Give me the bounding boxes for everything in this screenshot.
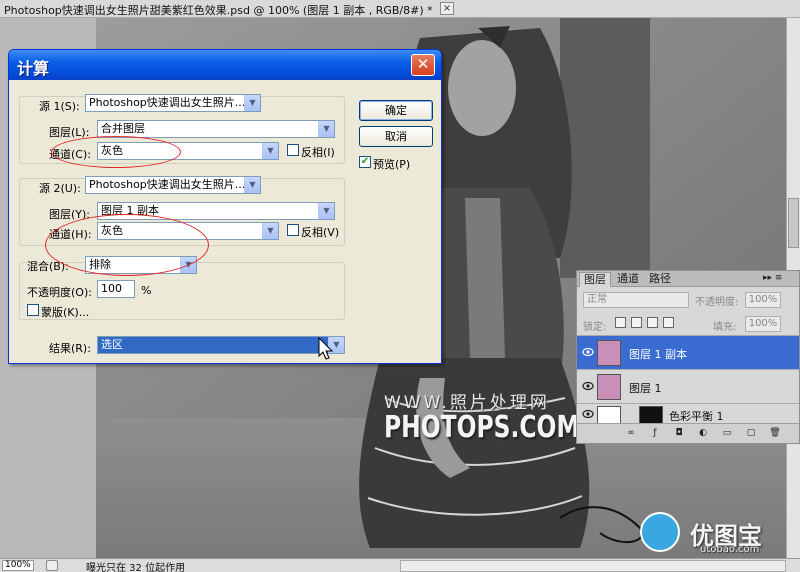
- layers-panel-toolbar: ∞ ƒ ◘ ◐ ▭ ▢ 🗑: [577, 423, 799, 443]
- source1-layer-select[interactable]: 合并图层 ▼: [97, 120, 335, 138]
- status-bar: 100% 曝光只在 32 位起作用: [0, 558, 800, 572]
- layer-thumbnail: [597, 374, 621, 400]
- opacity-unit: %: [141, 284, 152, 297]
- layer-style-icon[interactable]: ƒ: [649, 428, 661, 439]
- source1-invert-checkbox[interactable]: [287, 144, 299, 156]
- brand-url: utobao.com: [700, 544, 760, 555]
- chevron-down-icon[interactable]: ▼: [318, 121, 334, 137]
- watermark-domain: PHOTOPS.COM: [384, 410, 580, 445]
- ok-button[interactable]: 确定: [359, 100, 433, 121]
- source1-layer-value: 合并图层: [101, 122, 145, 135]
- layer-row[interactable]: 图层 1 副本: [577, 335, 799, 369]
- source1-label: 源 1(S):: [39, 100, 80, 113]
- fill-label: 填充:: [713, 322, 737, 333]
- tab-channels[interactable]: 通道: [613, 272, 643, 287]
- eye-icon[interactable]: [582, 347, 594, 357]
- chevron-down-icon[interactable]: ▼: [262, 223, 278, 239]
- source1-value: Photoshop快速调出女生照片...: [89, 96, 246, 109]
- tab-layers[interactable]: 图层: [579, 272, 611, 287]
- result-label: 结果(R):: [49, 342, 91, 355]
- layers-panel-tabs: 图层 通道 路径 ▸▸ ≡: [577, 271, 799, 287]
- dialog-title: 计算: [17, 59, 50, 78]
- source1-select[interactable]: Photoshop快速调出女生照片... ▼: [85, 94, 261, 112]
- document-close-button[interactable]: ×: [440, 2, 454, 15]
- opacity-label: 不透明度:: [695, 297, 739, 308]
- source2-select[interactable]: Photoshop快速调出女生照片... ▼: [85, 176, 261, 194]
- source2-value: Photoshop快速调出女生照片...: [89, 178, 246, 191]
- mask-label: 蒙版(K)...: [41, 306, 90, 319]
- annotation-ellipse: [51, 136, 181, 168]
- dialog-close-button[interactable]: ✕: [411, 54, 435, 76]
- opacity-input[interactable]: 100%: [745, 292, 781, 308]
- horizontal-scrollbar[interactable]: [400, 560, 786, 572]
- new-group-icon[interactable]: ▭: [721, 428, 733, 439]
- layers-panel: 图层 通道 路径 ▸▸ ≡ 正常 不透明度: 100% 锁定: 填充: 100%…: [576, 270, 800, 444]
- chevron-down-icon[interactable]: ▼: [318, 203, 334, 219]
- delete-layer-icon[interactable]: 🗑: [769, 428, 781, 439]
- link-layers-icon[interactable]: ∞: [625, 428, 637, 439]
- dialog-titlebar[interactable]: 计算 ✕: [9, 50, 441, 80]
- adjustment-layer-icon[interactable]: ◐: [697, 428, 709, 439]
- zoom-field[interactable]: 100%: [2, 560, 34, 571]
- document-titlebar: Photoshop快速调出女生照片甜美紫红色效果.psd @ 100% (图层 …: [0, 0, 800, 18]
- cancel-button[interactable]: 取消: [359, 126, 433, 147]
- preview-checkbox[interactable]: ✔: [359, 156, 371, 168]
- opacity-label: 不透明度(O):: [27, 286, 92, 299]
- brand-logo-icon: [640, 512, 680, 552]
- lock-all-icon[interactable]: [663, 317, 674, 328]
- chevron-down-icon[interactable]: ▼: [244, 177, 260, 193]
- vertical-scroll-thumb[interactable]: [788, 198, 799, 248]
- status-message[interactable]: 曝光只在 32 位起作用: [86, 559, 185, 572]
- layer-row[interactable]: 色彩平衡 1: [577, 403, 799, 423]
- result-value: 选区: [101, 338, 123, 351]
- tab-paths[interactable]: 路径: [645, 272, 675, 287]
- lock-transparency-icon[interactable]: [615, 317, 626, 328]
- source2-invert-checkbox[interactable]: [287, 224, 299, 236]
- opacity-input[interactable]: 100: [97, 280, 135, 298]
- eye-icon[interactable]: [582, 381, 594, 391]
- calculations-dialog: 计算 ✕ 源 1(S): Photoshop快速调出女生照片... ▼ 图层(L…: [8, 49, 442, 364]
- layer-name: 色彩平衡 1: [669, 410, 724, 423]
- source1-invert-label: 反相(I): [301, 146, 335, 159]
- document-title: Photoshop快速调出女生照片甜美紫红色效果.psd @ 100% (图层 …: [4, 4, 433, 17]
- annotation-ellipse: [45, 214, 209, 276]
- lock-image-icon[interactable]: [631, 317, 642, 328]
- source2-invert-label: 反相(V): [301, 226, 340, 239]
- layer-name: 图层 1 副本: [629, 348, 687, 361]
- result-select[interactable]: 选区 ▼: [97, 336, 345, 354]
- adjustment-balance-icon: [597, 406, 621, 423]
- lock-position-icon[interactable]: [647, 317, 658, 328]
- layer-mask-thumbnail: [639, 406, 663, 423]
- mouse-cursor-icon: [318, 337, 334, 360]
- layer-name: 图层 1: [629, 382, 662, 395]
- source2-label: 源 2(U):: [39, 182, 81, 195]
- eye-icon[interactable]: [582, 409, 594, 419]
- chevron-down-icon[interactable]: ▼: [262, 143, 278, 159]
- layer-thumbnail: [597, 340, 621, 366]
- preview-label: 预览(P): [373, 158, 411, 171]
- layer-row[interactable]: 图层 1: [577, 369, 799, 403]
- status-info-icon[interactable]: [46, 560, 58, 571]
- lock-label: 锁定:: [583, 322, 607, 333]
- panel-menu-icon[interactable]: ▸▸ ≡: [763, 273, 782, 283]
- chevron-down-icon[interactable]: ▼: [244, 95, 260, 111]
- mask-checkbox[interactable]: [27, 304, 39, 316]
- fill-input[interactable]: 100%: [745, 316, 781, 332]
- blend-mode-select[interactable]: 正常: [583, 292, 689, 308]
- new-layer-icon[interactable]: ▢: [745, 428, 757, 439]
- add-mask-icon[interactable]: ◘: [673, 428, 685, 439]
